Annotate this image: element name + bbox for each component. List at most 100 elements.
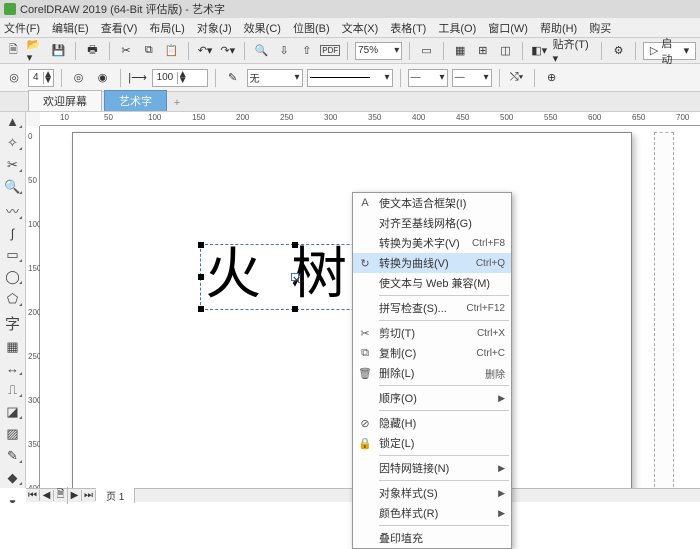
artistic-media-tool[interactable]: ʃ <box>3 226 23 241</box>
spiral-turns-input[interactable]: 4▲▼ <box>28 69 54 87</box>
pager-next-button[interactable]: ▶ <box>68 490 82 501</box>
menu-edit[interactable]: 编辑(E) <box>52 20 89 36</box>
menu-item[interactable]: ↻转换为曲线(V)Ctrl+Q <box>353 253 511 273</box>
polygon-tool[interactable]: ⬠ <box>3 291 23 307</box>
text-tool[interactable]: 字 <box>3 313 23 333</box>
menu-item-shortcut: Ctrl+F12 <box>466 303 505 314</box>
redo-button[interactable]: ↷▾ <box>218 41 237 61</box>
menu-item[interactable]: 拼写检查(S)...Ctrl+F12 <box>353 298 511 318</box>
vertical-ruler[interactable]: 050100150200250300350400 <box>26 126 40 488</box>
menu-item[interactable]: A使文本适合框架(I) <box>353 193 511 213</box>
transparency-tool[interactable]: ▨ <box>3 426 23 442</box>
snap-dropdown[interactable]: 贴齐(T) ▾ <box>553 36 595 65</box>
menu-item[interactable]: 因特网链接(N)▶ <box>353 458 511 478</box>
grid-button[interactable]: ⊞ <box>474 41 493 61</box>
wrap-button[interactable]: ⤭▾ <box>507 68 527 88</box>
menu-text[interactable]: 文本(X) <box>342 20 379 36</box>
menu-effects[interactable]: 效果(C) <box>244 20 281 36</box>
tab-add-button[interactable]: + <box>169 95 185 111</box>
save-button[interactable]: 💾 <box>49 41 68 61</box>
pick-tool[interactable]: ▲ <box>3 114 23 129</box>
shape-tool[interactable]: ✧ <box>3 135 23 151</box>
handle-mid-left[interactable] <box>198 274 204 280</box>
undo-button[interactable]: ↶▾ <box>196 41 215 61</box>
dock-button[interactable]: ◧▾ <box>530 41 549 61</box>
menu-bitmap[interactable]: 位图(B) <box>293 20 330 36</box>
handle-top-left[interactable] <box>198 242 204 248</box>
dimension-tool[interactable]: ↔ <box>3 361 23 376</box>
submenu-arrow-icon: ▶ <box>498 488 505 499</box>
menu-file[interactable]: 文件(F) <box>4 20 40 36</box>
menu-tools[interactable]: 工具(O) <box>438 20 476 36</box>
menu-buy[interactable]: 购买 <box>589 20 611 36</box>
menu-object[interactable]: 对象(J) <box>197 20 232 36</box>
pager-prev-button[interactable]: ◀ <box>40 490 54 501</box>
connector-tool[interactable]: ⎍ <box>3 382 23 398</box>
dropshadow-tool[interactable]: ◪ <box>3 404 23 420</box>
menu-help[interactable]: 帮助(H) <box>540 20 577 36</box>
handle-bottom-center[interactable] <box>292 306 298 312</box>
crop-tool[interactable]: ✂ <box>3 157 23 173</box>
smart-fill-tool[interactable]: ◒ <box>3 492 23 507</box>
menu-item[interactable]: ⧉复制(C)Ctrl+C <box>353 343 511 363</box>
menu-layout[interactable]: 布局(L) <box>149 20 184 36</box>
pager-last-button[interactable]: ⏭ <box>82 490 96 501</box>
horizontal-ruler[interactable]: 1050100150200250300350400450500550600650… <box>40 112 700 126</box>
menu-item[interactable]: 转换为美术字(V)Ctrl+F8 <box>353 233 511 253</box>
new-button[interactable]: 🗎 <box>4 41 23 61</box>
menu-item[interactable]: 🗑删除(L)删除 <box>353 363 511 383</box>
menu-item[interactable]: 颜色样式(R)▶ <box>353 503 511 523</box>
print-button[interactable]: 🖶 <box>83 41 102 61</box>
open-button[interactable]: 📂▾ <box>27 41 46 61</box>
menu-item[interactable]: ✂剪切(T)Ctrl+X <box>353 323 511 343</box>
ellipse-tool[interactable]: ◯ <box>3 269 23 285</box>
handle-bottom-left[interactable] <box>198 306 204 312</box>
quick-custom-button[interactable]: ⊕ <box>542 68 562 88</box>
paste-button[interactable]: 📋 <box>162 41 181 61</box>
search-button[interactable]: 🔍 <box>252 41 271 61</box>
interactive-fill-tool[interactable]: ◆ <box>3 470 23 486</box>
line-style-select[interactable]: ▾ <box>307 69 393 87</box>
menu-item[interactable]: 叠印埴充 <box>353 528 511 548</box>
menu-item[interactable]: 对齐至基线网格(G) <box>353 213 511 233</box>
tab-welcome[interactable]: 欢迎屏幕 <box>28 90 102 111</box>
sym-spiral-button[interactable]: ◎ <box>69 68 89 88</box>
fullscreen-button[interactable]: ▭ <box>417 41 436 61</box>
eyedropper-tool[interactable]: ✎ <box>3 448 23 464</box>
menu-table[interactable]: 表格(T) <box>390 20 426 36</box>
page-tab-1[interactable]: 页 1 <box>96 488 135 503</box>
import-button[interactable]: ⇩ <box>275 41 294 61</box>
copy-button[interactable]: ⧉ <box>139 41 158 61</box>
menu-item[interactable]: 顺序(O)▶ <box>353 388 511 408</box>
menu-window[interactable]: 窗口(W) <box>488 20 528 36</box>
menu-item[interactable]: 对象样式(S)▶ <box>353 483 511 503</box>
freehand-tool[interactable]: 〰 <box>3 201 23 220</box>
page-shadow <box>654 132 674 488</box>
tab-artistic[interactable]: 艺术字 <box>104 90 167 111</box>
ruler-button[interactable]: ▦ <box>451 41 470 61</box>
menu-view[interactable]: 查看(V) <box>101 20 138 36</box>
log-spiral-button[interactable]: ◉ <box>93 68 113 88</box>
separator <box>347 42 348 60</box>
cut-button[interactable]: ✂ <box>117 41 136 61</box>
menu-item[interactable]: ⊘隐藏(H) <box>353 413 511 433</box>
rectangle-tool[interactable]: ▭ <box>3 247 23 263</box>
guides-button[interactable]: ◫ <box>496 41 515 61</box>
launch-button[interactable]: ▷ 启动 ▾ <box>643 42 696 60</box>
handle-top-center[interactable] <box>292 242 298 248</box>
expansion-input[interactable]: 100▲▼ <box>152 69 208 87</box>
menu-item[interactable]: 使文本与 Web 兼容(M) <box>353 273 511 293</box>
export-button[interactable]: ⇧ <box>297 41 316 61</box>
table-tool[interactable]: ▦ <box>3 339 23 355</box>
zoom-select[interactable]: 75%▾ <box>355 42 402 60</box>
options-button[interactable]: ⚙ <box>609 41 628 61</box>
selection-center-icon[interactable]: ✕ <box>291 273 299 281</box>
menu-item[interactable]: 🔒锁定(L) <box>353 433 511 453</box>
pdf-button[interactable]: PDF <box>320 41 340 61</box>
end-arrow-select[interactable]: —▾ <box>452 69 492 87</box>
zoom-tool[interactable]: 🔍 <box>3 179 23 195</box>
outline-width-select[interactable]: 无▾ <box>247 69 303 87</box>
start-arrow-select[interactable]: —▾ <box>408 69 448 87</box>
pager-add-button[interactable]: 🗎 <box>54 487 68 504</box>
pager-first-button[interactable]: ⏮ <box>26 490 40 501</box>
